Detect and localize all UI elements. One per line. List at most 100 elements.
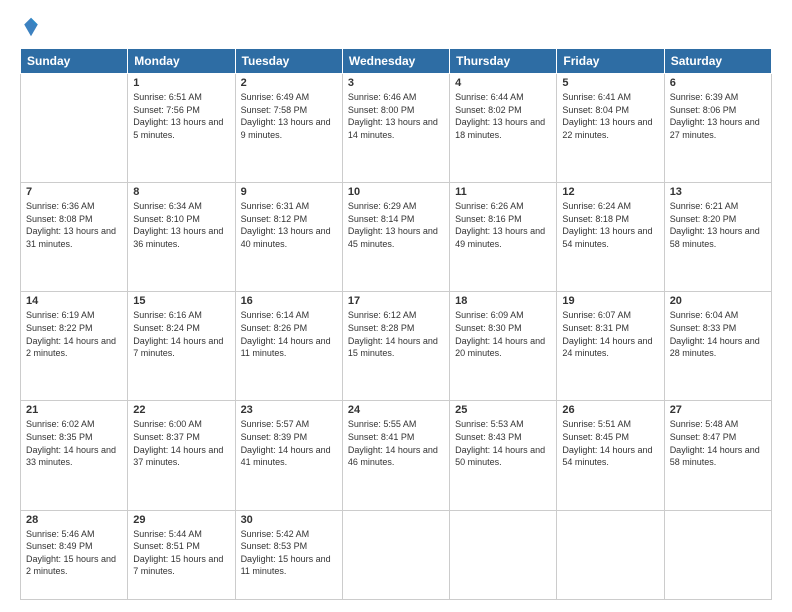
calendar-cell (342, 510, 449, 599)
calendar-cell: 1 Sunrise: 6:51 AMSunset: 7:56 PMDaylight… (128, 74, 235, 183)
day-number: 14 (26, 295, 122, 307)
weekday-header-saturday: Saturday (664, 49, 771, 74)
weekday-header-monday: Monday (128, 49, 235, 74)
day-number: 27 (670, 404, 766, 416)
day-info: Sunrise: 6:41 AMSunset: 8:04 PMDaylight:… (562, 91, 658, 141)
calendar-cell: 19 Sunrise: 6:07 AMSunset: 8:31 PMDayligh… (557, 292, 664, 401)
calendar-table: SundayMondayTuesdayWednesdayThursdayFrid… (20, 48, 772, 600)
logo-icon (22, 16, 40, 38)
calendar-cell: 25Sunrise: 5:53 AMSunset: 8:43 PMDayligh… (450, 401, 557, 510)
day-number: 8 (133, 186, 229, 198)
calendar-cell: 8Sunrise: 6:34 AMSunset: 8:10 PMDaylight… (128, 183, 235, 292)
day-number: 23 (241, 404, 337, 416)
day-info: Sunrise: 6:31 AMSunset: 8:12 PMDaylight:… (241, 200, 337, 250)
calendar-cell: 11 Sunrise: 6:26 AMSunset: 8:16 PMDayligh… (450, 183, 557, 292)
day-info: Sunrise: 6:46 AMSunset: 8:00 PMDaylight:… (348, 91, 444, 141)
header (20, 16, 772, 38)
calendar-week-row: 28 Sunrise: 5:46 AMSunset: 8:49 PMDayligh… (21, 510, 772, 599)
calendar-cell: 6 Sunrise: 6:39 AMSunset: 8:06 PMDaylight… (664, 74, 771, 183)
day-number: 13 (670, 186, 766, 198)
day-info: Sunrise: 6:24 AMSunset: 8:18 PMDaylight:… (562, 200, 658, 250)
day-number: 9 (241, 186, 337, 198)
day-number: 17 (348, 295, 444, 307)
calendar-cell: 14 Sunrise: 6:19 AMSunset: 8:22 PMDayligh… (21, 292, 128, 401)
day-number: 11 (455, 186, 551, 198)
day-info: Sunrise: 6:44 AMSunset: 8:02 PMDaylight:… (455, 91, 551, 141)
calendar-week-row: 7 Sunrise: 6:36 AMSunset: 8:08 PMDaylight… (21, 183, 772, 292)
day-info: Sunrise: 5:57 AMSunset: 8:39 PMDaylight:… (241, 418, 337, 468)
calendar-cell: 3 Sunrise: 6:46 AMSunset: 8:00 PMDaylight… (342, 74, 449, 183)
calendar-cell: 16 Sunrise: 6:14 AMSunset: 8:26 PMDayligh… (235, 292, 342, 401)
day-number: 19 (562, 295, 658, 307)
day-info: Sunrise: 5:46 AMSunset: 8:49 PMDaylight:… (26, 528, 122, 578)
logo (20, 16, 42, 38)
day-info: Sunrise: 6:51 AMSunset: 7:56 PMDaylight:… (133, 91, 229, 141)
calendar-cell: 10 Sunrise: 6:29 AMSunset: 8:14 PMDayligh… (342, 183, 449, 292)
day-number: 2 (241, 77, 337, 89)
day-number: 16 (241, 295, 337, 307)
calendar-week-row: 14 Sunrise: 6:19 AMSunset: 8:22 PMDayligh… (21, 292, 772, 401)
calendar-cell: 21 Sunrise: 6:02 AMSunset: 8:35 PMDayligh… (21, 401, 128, 510)
calendar-cell: 24 Sunrise: 5:55 AMSunset: 8:41 PMDayligh… (342, 401, 449, 510)
calendar-cell: 30 Sunrise: 5:42 AMSunset: 8:53 PMDayligh… (235, 510, 342, 599)
day-number: 21 (26, 404, 122, 416)
day-number: 1 (133, 77, 229, 89)
day-info: Sunrise: 5:48 AMSunset: 8:47 PMDaylight:… (670, 418, 766, 468)
day-info: Sunrise: 6:04 AMSunset: 8:33 PMDaylight:… (670, 309, 766, 359)
day-number: 10 (348, 186, 444, 198)
day-number: 7 (26, 186, 122, 198)
calendar-cell: 17Sunrise: 6:12 AMSunset: 8:28 PMDayligh… (342, 292, 449, 401)
weekday-header-sunday: Sunday (21, 49, 128, 74)
calendar-cell: 4 Sunrise: 6:44 AMSunset: 8:02 PMDaylight… (450, 74, 557, 183)
calendar-cell: 9 Sunrise: 6:31 AMSunset: 8:12 PMDaylight… (235, 183, 342, 292)
calendar-cell: 13 Sunrise: 6:21 AMSunset: 8:20 PMDayligh… (664, 183, 771, 292)
calendar-cell: 26Sunrise: 5:51 AMSunset: 8:45 PMDayligh… (557, 401, 664, 510)
calendar-cell (664, 510, 771, 599)
day-info: Sunrise: 6:36 AMSunset: 8:08 PMDaylight:… (26, 200, 122, 250)
day-number: 5 (562, 77, 658, 89)
day-info: Sunrise: 6:02 AMSunset: 8:35 PMDaylight:… (26, 418, 122, 468)
day-number: 30 (241, 514, 337, 526)
day-number: 29 (133, 514, 229, 526)
weekday-header-friday: Friday (557, 49, 664, 74)
day-info: Sunrise: 6:07 AMSunset: 8:31 PMDaylight:… (562, 309, 658, 359)
calendar-cell (557, 510, 664, 599)
calendar-cell: 18 Sunrise: 6:09 AMSunset: 8:30 PMDayligh… (450, 292, 557, 401)
day-info: Sunrise: 6:09 AMSunset: 8:30 PMDaylight:… (455, 309, 551, 359)
day-number: 24 (348, 404, 444, 416)
day-info: Sunrise: 5:44 AMSunset: 8:51 PMDaylight:… (133, 528, 229, 578)
day-info: Sunrise: 6:14 AMSunset: 8:26 PMDaylight:… (241, 309, 337, 359)
weekday-header-row: SundayMondayTuesdayWednesdayThursdayFrid… (21, 49, 772, 74)
day-number: 4 (455, 77, 551, 89)
calendar-cell: 23 Sunrise: 5:57 AMSunset: 8:39 PMDayligh… (235, 401, 342, 510)
day-number: 18 (455, 295, 551, 307)
day-info: Sunrise: 6:49 AMSunset: 7:58 PMDaylight:… (241, 91, 337, 141)
day-info: Sunrise: 6:29 AMSunset: 8:14 PMDaylight:… (348, 200, 444, 250)
day-number: 28 (26, 514, 122, 526)
calendar-cell: 5 Sunrise: 6:41 AMSunset: 8:04 PMDaylight… (557, 74, 664, 183)
weekday-header-thursday: Thursday (450, 49, 557, 74)
day-info: Sunrise: 6:00 AMSunset: 8:37 PMDaylight:… (133, 418, 229, 468)
day-info: Sunrise: 6:19 AMSunset: 8:22 PMDaylight:… (26, 309, 122, 359)
day-info: Sunrise: 6:21 AMSunset: 8:20 PMDaylight:… (670, 200, 766, 250)
calendar-week-row: 21 Sunrise: 6:02 AMSunset: 8:35 PMDayligh… (21, 401, 772, 510)
day-number: 3 (348, 77, 444, 89)
day-info: Sunrise: 6:16 AMSunset: 8:24 PMDaylight:… (133, 309, 229, 359)
day-number: 20 (670, 295, 766, 307)
calendar-cell: 15Sunrise: 6:16 AMSunset: 8:24 PMDayligh… (128, 292, 235, 401)
day-number: 6 (670, 77, 766, 89)
day-info: Sunrise: 6:26 AMSunset: 8:16 PMDaylight:… (455, 200, 551, 250)
day-info: Sunrise: 5:55 AMSunset: 8:41 PMDaylight:… (348, 418, 444, 468)
calendar-cell: 7 Sunrise: 6:36 AMSunset: 8:08 PMDaylight… (21, 183, 128, 292)
calendar-cell: 28 Sunrise: 5:46 AMSunset: 8:49 PMDayligh… (21, 510, 128, 599)
calendar-cell: 27 Sunrise: 5:48 AMSunset: 8:47 PMDayligh… (664, 401, 771, 510)
day-number: 12 (562, 186, 658, 198)
calendar-cell: 12 Sunrise: 6:24 AMSunset: 8:18 PMDayligh… (557, 183, 664, 292)
page: SundayMondayTuesdayWednesdayThursdayFrid… (0, 0, 792, 612)
calendar-body: 1 Sunrise: 6:51 AMSunset: 7:56 PMDaylight… (21, 74, 772, 600)
day-info: Sunrise: 6:39 AMSunset: 8:06 PMDaylight:… (670, 91, 766, 141)
day-info: Sunrise: 5:51 AMSunset: 8:45 PMDaylight:… (562, 418, 658, 468)
calendar-cell: 2 Sunrise: 6:49 AMSunset: 7:58 PMDaylight… (235, 74, 342, 183)
day-number: 25 (455, 404, 551, 416)
day-info: Sunrise: 5:42 AMSunset: 8:53 PMDaylight:… (241, 528, 337, 578)
